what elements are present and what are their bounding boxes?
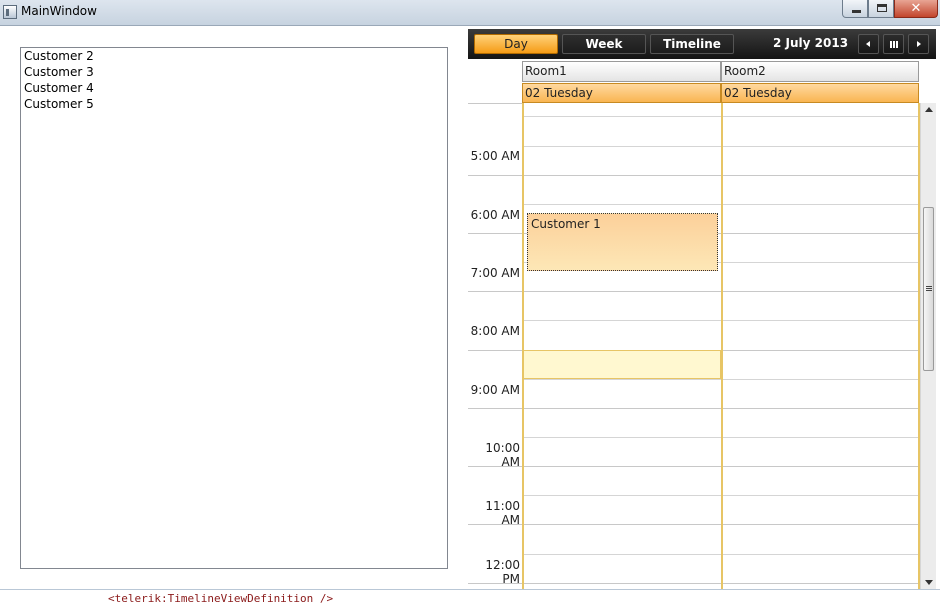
scroll-thumb[interactable] bbox=[923, 207, 934, 371]
list-item[interactable]: Customer 2 bbox=[21, 48, 447, 64]
grid-line bbox=[468, 583, 920, 584]
customer-listbox[interactable]: Customer 2 Customer 3 Customer 4 Custome… bbox=[20, 47, 448, 569]
scheduler: Day Week Timeline 2 July 2013 Room1 Room… bbox=[468, 29, 936, 589]
list-item[interactable]: Customer 4 bbox=[21, 80, 447, 96]
list-item[interactable]: Customer 3 bbox=[21, 64, 447, 80]
grid-line bbox=[468, 524, 920, 525]
time-grid[interactable]: 5:00 AM 6:00 AM 7:00 AM 8:00 AM 9:00 AM … bbox=[468, 103, 936, 589]
hour-label: 5:00 AM bbox=[470, 149, 520, 163]
hour-label: 11:00 AM bbox=[485, 499, 520, 527]
window-controls: ✕ bbox=[842, 0, 938, 19]
grid-line bbox=[468, 175, 920, 176]
room1-right-border bbox=[721, 103, 723, 589]
room-header-room1: Room1 bbox=[522, 61, 721, 82]
list-item[interactable]: Customer 5 bbox=[21, 96, 447, 112]
appointment-title: Customer 1 bbox=[531, 217, 601, 231]
close-button[interactable]: ✕ bbox=[894, 0, 938, 18]
room-header-room2: Room2 bbox=[721, 61, 919, 82]
hour-label: 8:00 AM bbox=[470, 324, 520, 338]
hour-label: 10:00 AM bbox=[485, 441, 520, 469]
code-fragment: <telerik:TimelineViewDefinition /> bbox=[108, 592, 334, 605]
scroll-up-icon[interactable] bbox=[925, 107, 933, 112]
close-icon: ✕ bbox=[910, 1, 922, 16]
tab-week[interactable]: Week bbox=[562, 34, 646, 54]
next-arrow-icon bbox=[917, 41, 921, 47]
title-bar: MainWindow ✕ bbox=[0, 0, 940, 26]
hour-label: 9:00 AM bbox=[470, 383, 520, 397]
appointment[interactable]: Customer 1 bbox=[527, 213, 718, 271]
tab-timeline[interactable]: Timeline bbox=[650, 34, 734, 54]
minimize-button[interactable] bbox=[842, 0, 868, 18]
current-date: 2 July 2013 bbox=[773, 36, 849, 50]
calendar-button[interactable] bbox=[883, 34, 904, 54]
day-header-room1[interactable]: 02 Tuesday bbox=[522, 83, 721, 103]
calendar-icon bbox=[890, 41, 898, 48]
day-header-room2[interactable]: 02 Tuesday bbox=[721, 83, 919, 103]
scheduler-toolbar: Day Week Timeline 2 July 2013 bbox=[468, 29, 936, 59]
selected-time-slot[interactable] bbox=[523, 350, 721, 379]
tab-day[interactable]: Day bbox=[474, 34, 558, 54]
hour-label: 6:00 AM bbox=[470, 208, 520, 222]
grid-line bbox=[468, 103, 522, 104]
grid-line bbox=[468, 408, 920, 409]
app-icon bbox=[3, 5, 17, 19]
hour-label: 12:00 PM bbox=[485, 558, 520, 586]
grid-line bbox=[468, 466, 920, 467]
grip-icon bbox=[926, 286, 932, 291]
maximize-icon bbox=[877, 4, 887, 12]
minimize-icon bbox=[852, 10, 861, 13]
hour-label: 7:00 AM bbox=[470, 266, 520, 280]
scroll-down-icon[interactable] bbox=[925, 580, 933, 585]
vertical-scrollbar[interactable] bbox=[920, 103, 936, 589]
next-button[interactable] bbox=[908, 34, 929, 54]
prev-arrow-icon bbox=[866, 41, 870, 47]
window-title: MainWindow bbox=[21, 4, 97, 18]
room1-left-border bbox=[522, 103, 524, 589]
grid-line bbox=[468, 291, 920, 292]
prev-button[interactable] bbox=[858, 34, 879, 54]
maximize-button[interactable] bbox=[868, 0, 894, 18]
